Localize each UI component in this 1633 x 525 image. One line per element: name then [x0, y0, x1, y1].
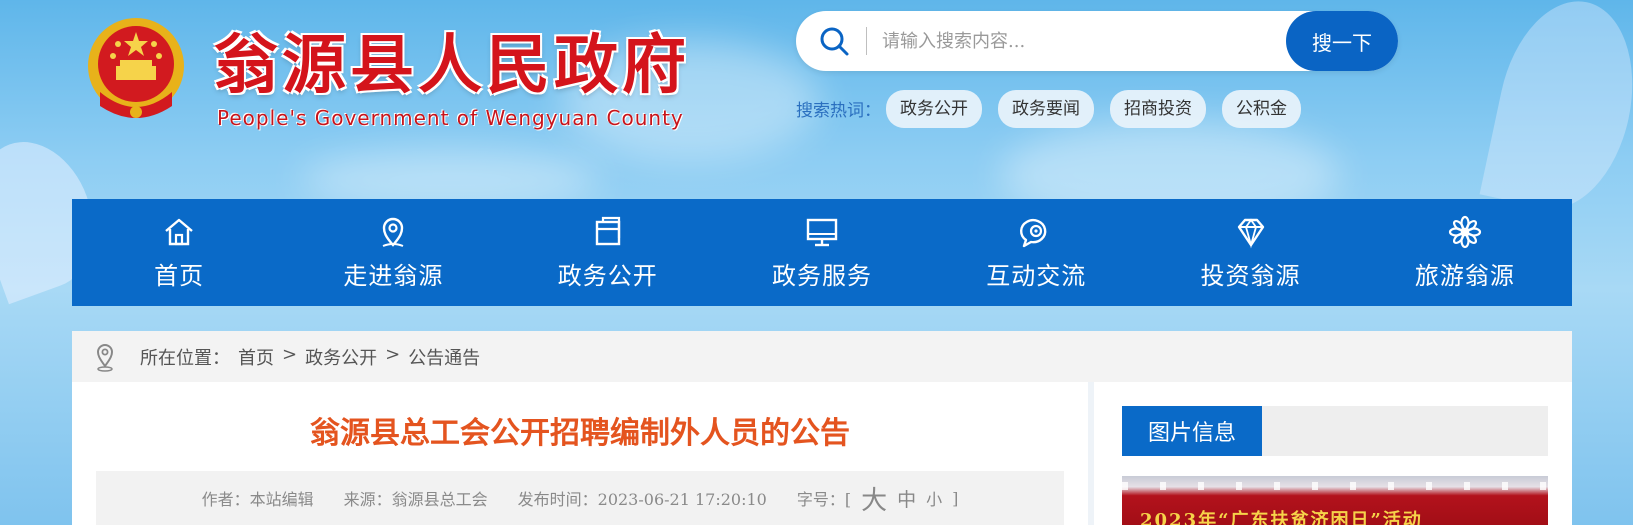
breadcrumb-home[interactable]: 首页	[238, 344, 274, 370]
monitor-icon	[806, 218, 838, 247]
article-title: 翁源县总工会公开招聘编制外人员的公告	[310, 416, 850, 451]
hot-tag-gjj[interactable]: 公积金	[1222, 90, 1301, 128]
font-size-bracket: ]	[952, 488, 959, 508]
side-panel: 图片信息 2023年“广东扶贫济困日”活动	[1094, 382, 1572, 525]
location-pin-icon	[96, 343, 114, 372]
photo-banner-text: 2023年“广东扶贫济困日”活动	[1140, 510, 1423, 525]
breadcrumb-notices[interactable]: 公告通告	[408, 344, 480, 370]
font-size-small-button[interactable]: 小	[926, 486, 942, 510]
tab-picture-info[interactable]: 图片信息	[1122, 406, 1262, 456]
nav-item-about[interactable]: 走进翁源	[286, 199, 500, 306]
search-divider	[866, 27, 867, 55]
search-icon[interactable]	[818, 25, 850, 57]
nav-item-open-gov[interactable]: 政务公开	[501, 199, 715, 306]
article-meta: 作者：本站编辑 来源：翁源县总工会 发布时间：2023-06-21 17:20:…	[96, 471, 1064, 525]
photo-ceiling-lights	[1122, 482, 1548, 490]
font-size-control: 字号：[ 大 中 小 ]	[797, 480, 959, 517]
font-size-medium-button[interactable]: 中	[897, 485, 916, 512]
hot-search-label: 搜索热词：	[796, 101, 881, 121]
nav-item-interaction[interactable]: 互动交流	[929, 199, 1143, 306]
site-subtitle-en: People's Government of Wengyuan County	[217, 106, 684, 130]
font-size-large-button[interactable]: 大	[861, 480, 887, 517]
breadcrumb-separator: >	[385, 343, 401, 365]
home-icon	[165, 218, 193, 246]
national-emblem-logo	[88, 18, 184, 118]
nav-item-services[interactable]: 政务服务	[715, 199, 929, 306]
site-title: 翁源县人民政府	[214, 29, 690, 103]
article-published: 发布时间：2023-06-21 17:20:10	[517, 490, 767, 509]
nav-label: 政务公开	[557, 262, 658, 290]
breadcrumb-prefix: 所在位置：	[140, 347, 230, 369]
article-panel: 翁源县总工会公开招聘编制外人员的公告 作者：本站编辑 来源：翁源县总工会 发布时…	[72, 382, 1088, 525]
hot-tag-zwgk[interactable]: 政务公开	[886, 90, 982, 128]
nav-label: 互动交流	[986, 262, 1087, 290]
side-panel-header: 图片信息	[1122, 406, 1548, 456]
breadcrumb-separator: >	[282, 343, 298, 365]
nav-label: 首页	[154, 262, 205, 290]
flower-icon	[1448, 215, 1481, 249]
hot-search-tags: 政务公开 政务要闻 招商投资 公积金	[886, 90, 1301, 128]
article-author: 作者：本站编辑	[201, 490, 314, 509]
nav-item-invest[interactable]: 投资翁源	[1143, 199, 1357, 306]
search-button[interactable]: 搜一下	[1286, 11, 1398, 71]
hot-tag-zstz[interactable]: 招商投资	[1110, 90, 1206, 128]
chat-bubble-icon	[1020, 219, 1047, 248]
font-size-label: 字号：[	[796, 490, 852, 509]
diamond-icon	[1237, 218, 1264, 249]
nav-item-tourism[interactable]: 旅游翁源	[1358, 199, 1572, 306]
breadcrumb-trail: 所在位置： 首页 > 政务公开 > 公告通告	[140, 344, 480, 370]
nav-label: 政务服务	[771, 262, 872, 290]
article-source: 来源：翁源县总工会	[343, 490, 488, 509]
search-input[interactable]	[882, 23, 1262, 59]
location-pin-icon	[383, 217, 404, 247]
hot-tag-zwyw[interactable]: 政务要闻	[998, 90, 1094, 128]
breadcrumb-open-gov[interactable]: 政务公开	[305, 344, 377, 370]
nav-label: 走进翁源	[343, 262, 444, 290]
nav-label: 投资翁源	[1200, 262, 1301, 290]
news-photo[interactable]: 2023年“广东扶贫济困日”活动	[1122, 476, 1548, 525]
background-flower	[1479, 0, 1633, 222]
document-icon	[595, 216, 620, 246]
nav-label: 旅游翁源	[1414, 262, 1515, 290]
breadcrumb: 所在位置： 首页 > 政务公开 > 公告通告	[72, 331, 1572, 382]
main-nav: 首页 走进翁源 政务公开 政务服务 互动交流 投资翁源 旅游翁源	[72, 199, 1572, 306]
nav-item-home[interactable]: 首页	[72, 199, 286, 306]
